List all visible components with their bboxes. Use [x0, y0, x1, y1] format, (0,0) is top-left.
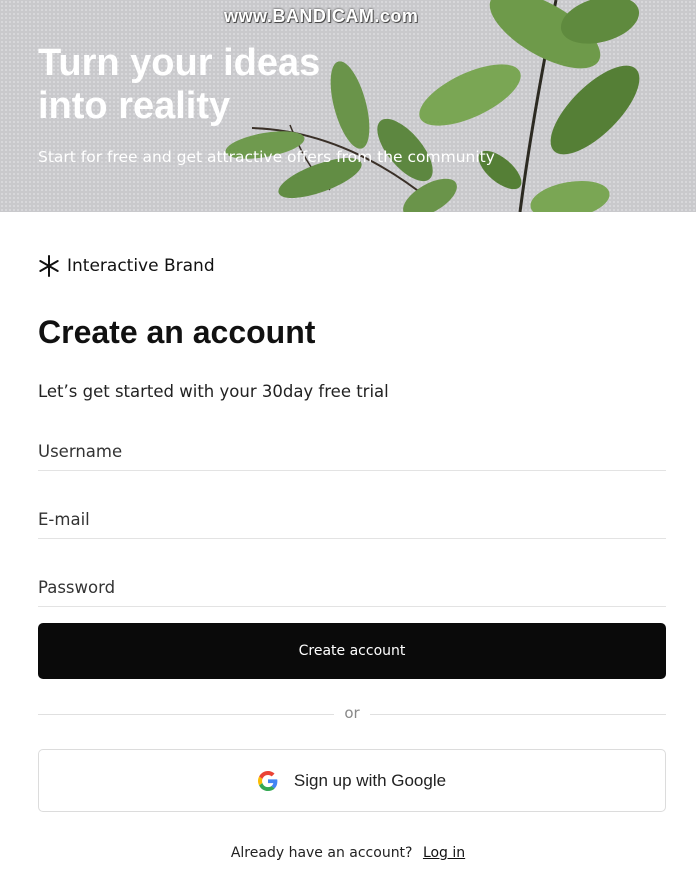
- hero-subtitle: Start for free and get attractive offers…: [38, 148, 495, 166]
- google-signup-button[interactable]: Sign up with Google: [38, 749, 666, 812]
- google-icon: [257, 770, 278, 791]
- page-title: Create an account: [38, 314, 316, 350]
- login-prompt-text: Already have an account?: [230, 845, 413, 861]
- brand-logo: Interactive Brand: [38, 253, 215, 279]
- login-prompt: Already have an account? Log in: [0, 845, 696, 861]
- page-subtitle: Let’s get started with your 30day free t…: [38, 382, 389, 401]
- divider-line-right: [370, 714, 666, 715]
- login-link[interactable]: Log in: [423, 845, 465, 861]
- username-input[interactable]: [38, 433, 666, 471]
- create-account-button[interactable]: Create account: [38, 623, 666, 679]
- asterisk-icon: [39, 255, 59, 277]
- password-input[interactable]: [38, 569, 666, 607]
- brand-name: Interactive Brand: [67, 256, 215, 276]
- email-input[interactable]: [38, 501, 666, 539]
- or-divider: or: [38, 703, 666, 725]
- google-signup-label: Sign up with Google: [293, 770, 447, 790]
- hero-banner: www.BANDICAM.com Turn your ideas into re…: [0, 0, 696, 212]
- watermark: www.BANDICAM.com: [224, 6, 419, 26]
- hero-title: Turn your ideas into reality: [38, 42, 321, 127]
- divider-text: or: [344, 704, 360, 722]
